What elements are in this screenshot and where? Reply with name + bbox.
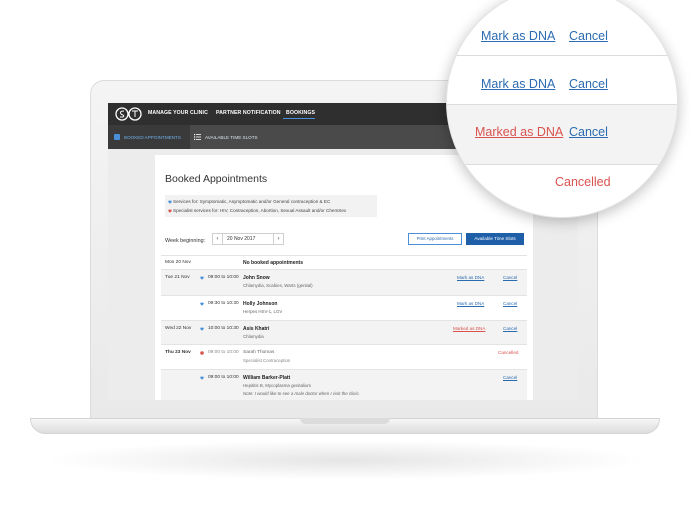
row-name: John Snow [243, 275, 270, 281]
cancel-link[interactable]: Cancel [503, 375, 517, 380]
row-time: 09:30 to 10:30 [208, 301, 239, 306]
tab-available-time-slots[interactable]: AVAILABLE TIME SLOTS [205, 135, 258, 140]
nav-active-indicator [283, 118, 315, 119]
chevron-left-icon[interactable]: ‹ [213, 234, 223, 244]
heart-icon [200, 376, 204, 380]
laptop-notch [300, 418, 390, 424]
mark-dna-link[interactable]: Mark as DNA [457, 275, 484, 280]
table-row: Tue 21 Nov 09:00 to 10:00 John Snow Chla… [161, 269, 527, 295]
logo-icon[interactable] [115, 106, 143, 122]
row-time: 09:00 to 10:00 [208, 375, 239, 380]
tab-booked-appointments[interactable]: BOOKED APPOINTMENTS [108, 125, 190, 149]
cancel-link-zoom[interactable]: Cancel [569, 125, 608, 139]
row-time: 09:00 to 10:00 [208, 275, 239, 280]
laptop-shadow [40, 440, 650, 480]
heart-icon [200, 302, 204, 306]
status-badge: Cancelled [498, 350, 519, 355]
heart-icon [168, 209, 172, 213]
row-name: Holly Johnson [243, 301, 278, 307]
row-day: Tue 21 Nov [165, 275, 190, 280]
status-cancelled-zoom: Cancelled [555, 175, 611, 189]
cancel-link[interactable]: Cancel [503, 326, 517, 331]
chevron-right-icon[interactable]: › [273, 234, 283, 244]
print-appointments-button[interactable]: Print Appointments [408, 233, 462, 245]
tab-booked-label: BOOKED APPOINTMENTS [124, 135, 181, 140]
table-row: 09:00 to 10:00 William Barker-Platt Hepi… [161, 369, 527, 400]
table-row: Mon 20 Nov No booked appointments [161, 255, 527, 269]
row-name: No booked appointments [243, 260, 303, 266]
row-time: 10:00 to 10:30 [208, 326, 239, 331]
nav-partner-notification[interactable]: PARTNER NOTIFICATION [216, 110, 281, 116]
row-day: Mon 20 Nov [165, 260, 191, 265]
row-detail: Herpes HSV-1, LGV [243, 309, 283, 314]
row-detail: Hepititis B, Mycoplasma genitalium [243, 383, 312, 388]
mark-dna-link[interactable]: Mark as DNA [457, 301, 484, 306]
week-picker-value[interactable]: 20 Nov 2017 [227, 236, 255, 242]
week-beginning-label: Week beginning: [165, 238, 206, 244]
row-detail: Chlamydia [243, 334, 264, 339]
divider [447, 104, 677, 105]
legend-general: Services for: Symptomatic, Asymptomatic … [173, 199, 331, 204]
mark-dna-link-zoom[interactable]: Mark as DNA [481, 77, 555, 91]
mark-dna-link-zoom[interactable]: Mark as DNA [481, 29, 555, 43]
row-detail: Specialist Contraception [243, 358, 291, 363]
row-name: William Barker-Platt [243, 375, 291, 381]
row-name: Asis Khatri [243, 326, 270, 332]
nav-manage-clinic[interactable]: MANAGE YOUR CLINIC [148, 110, 208, 116]
heart-icon [168, 200, 172, 204]
row-note: Note: I would like to see a male doctor … [243, 391, 360, 396]
row-time: 09:00 to 10:00 [208, 350, 239, 355]
cancel-link-zoom[interactable]: Cancel [569, 29, 608, 43]
services-legend: Services for: Symptomatic, Asymptomatic … [165, 195, 377, 217]
magnifier-content: Mark as DNA Cancel Mark as DNA Cancel Ma… [447, 0, 677, 217]
table-row: Wed 22 Nov 10:00 to 10:30 Asis Khatri Ch… [161, 320, 527, 344]
week-picker: ‹ 20 Nov 2017 › [212, 233, 284, 245]
table-row: 09:30 to 10:30 Holly Johnson Herpes HSV-… [161, 295, 527, 320]
legend-specialist: Specialist services for: HIV, Contracept… [173, 208, 347, 213]
page-title: Booked Appointments [165, 173, 268, 185]
divider [447, 164, 677, 165]
calendar-icon [114, 134, 120, 140]
heart-icon [200, 351, 204, 355]
cancel-link[interactable]: Cancel [503, 275, 517, 280]
row-day: Wed 22 Nov [165, 326, 192, 331]
nav-bookings[interactable]: BOOKINGS [286, 110, 315, 116]
heart-icon [200, 276, 204, 280]
marked-dna-link[interactable]: Marked as DNA [453, 326, 485, 331]
table-row: Thu 23 Nov 09:00 to 10:00 Sarah Thomas S… [161, 344, 527, 369]
row-name: Sarah Thomas [243, 350, 275, 355]
cancel-link-zoom[interactable]: Cancel [569, 77, 608, 91]
heart-icon [200, 327, 204, 331]
marked-dna-link-zoom[interactable]: Marked as DNA [475, 125, 563, 139]
row-detail: Chlamydia, Scabies, Warts (genital) [243, 283, 313, 288]
row-day: Thu 23 Nov [165, 350, 191, 355]
magnifier-callout: Mark as DNA Cancel Mark as DNA Cancel Ma… [446, 0, 678, 218]
list-icon [194, 134, 201, 140]
divider [447, 55, 677, 56]
available-time-slots-button[interactable]: Available Time Slots [466, 233, 524, 245]
cancel-link[interactable]: Cancel [503, 301, 517, 306]
